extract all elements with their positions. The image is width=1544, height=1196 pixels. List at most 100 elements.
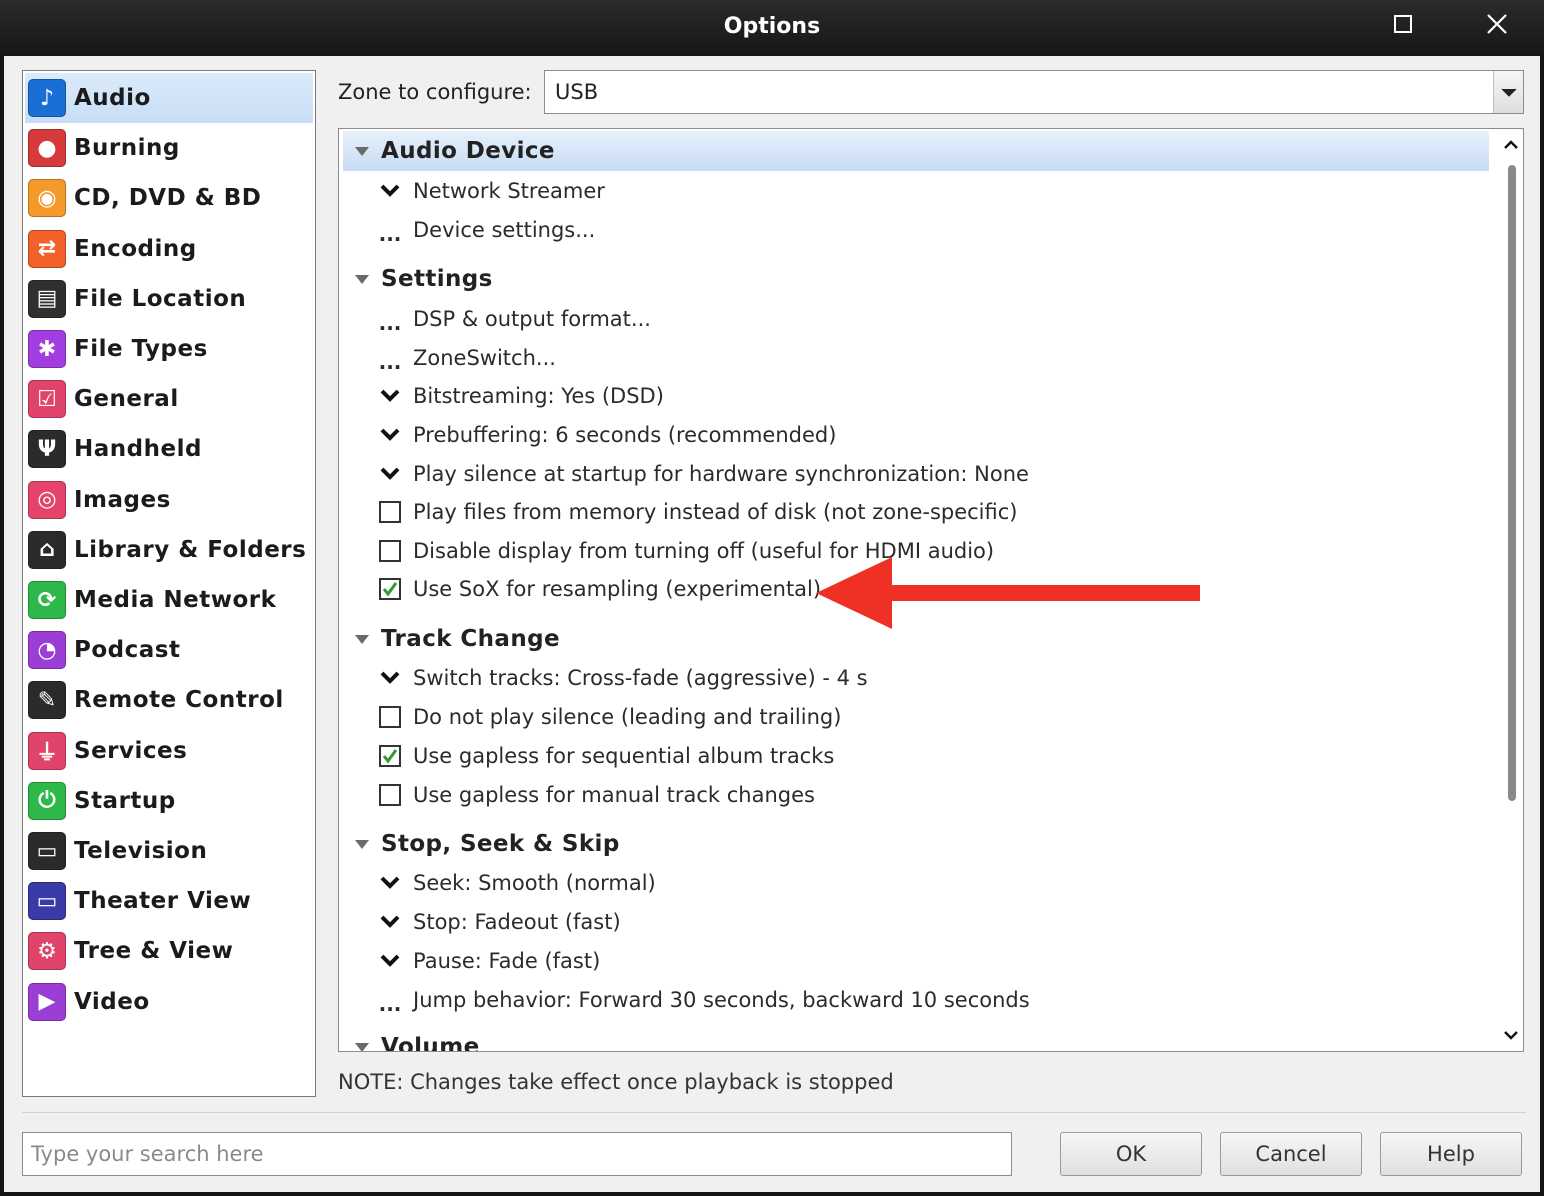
- sidebar-item-label: Library & Folders: [74, 536, 307, 563]
- sidebar-item[interactable]: ⏻ Startup: [25, 776, 313, 826]
- sidebar-item[interactable]: ◔ Podcast: [25, 625, 313, 675]
- sidebar-item[interactable]: ▭ Theater View: [25, 876, 313, 926]
- sidebar-item[interactable]: ⇄ Encoding: [25, 224, 313, 274]
- sidebar-item[interactable]: ⏚ Services: [25, 726, 313, 776]
- power-icon: ⏻: [28, 781, 66, 820]
- sidebar-item[interactable]: ● Burning: [25, 123, 313, 173]
- scrollbar-thumb[interactable]: [1508, 165, 1516, 801]
- sidebar-item-label: Media Network: [74, 587, 277, 613]
- chevron-down-icon: [377, 461, 403, 487]
- sidebar-item-label: Burning: [74, 135, 180, 162]
- checkbox[interactable]: [377, 704, 403, 730]
- sidebar-item-label: Handheld: [74, 436, 202, 463]
- search-input[interactable]: [22, 1132, 1012, 1176]
- sidebar-item[interactable]: ✱ File Types: [25, 324, 313, 374]
- tree-row-label: Use SoX for resampling (experimental): [413, 577, 822, 601]
- ellipsis-icon: ...: [378, 992, 402, 1016]
- sidebar-item[interactable]: ☑ General: [25, 374, 313, 424]
- sidebar-item-label: File Location: [74, 285, 247, 312]
- zone-label: Zone to configure:: [338, 80, 532, 104]
- tree-row-dropdown[interactable]: Seek: Smooth (normal): [377, 865, 656, 901]
- general-checkbox-icon: ☑: [28, 380, 66, 419]
- tree-row-label: Device settings...: [413, 218, 596, 242]
- collapse-triangle-icon[interactable]: [355, 274, 369, 284]
- tree-row-checkbox[interactable]: Play files from memory instead of disk (…: [377, 494, 1017, 530]
- tree-row-dialog[interactable]: ... Jump behavior: Forward 30 seconds, ba…: [377, 982, 1030, 1018]
- sidebar-item[interactable]: Ψ Handheld: [25, 424, 313, 474]
- tree-row-dropdown[interactable]: Pause: Fade (fast): [377, 943, 600, 979]
- sidebar-item[interactable]: ⚙ Tree & View: [25, 926, 313, 976]
- tree-row-dropdown[interactable]: Play silence at startup for hardware syn…: [377, 456, 1029, 492]
- tree-row-dropdown[interactable]: Switch tracks: Cross-fade (aggressive) -…: [377, 660, 868, 696]
- ellipsis-icon: ...: [378, 350, 402, 374]
- divider: [22, 1112, 1526, 1113]
- vertical-scrollbar[interactable]: [1499, 129, 1523, 1051]
- checkbox[interactable]: [377, 538, 403, 564]
- sidebar-item-label: Images: [74, 486, 171, 513]
- scroll-up-icon[interactable]: [1499, 135, 1523, 155]
- chevron-down-icon: [377, 665, 403, 691]
- tree-section-header[interactable]: Settings: [343, 259, 493, 299]
- close-button[interactable]: [1474, 6, 1520, 46]
- dialog-body: ♪ Audio ● Burning ◉ CD, DVD & BD ⇄ Encoding ▤ Fil…: [4, 56, 1540, 1192]
- sidebar-item-label: Tree & View: [74, 938, 234, 965]
- sidebar-item[interactable]: ▭ Television: [25, 826, 313, 876]
- tree-row-label: Do not play silence (leading and trailin…: [413, 705, 842, 729]
- zone-select[interactable]: USB: [544, 70, 1524, 114]
- tree-row-dialog[interactable]: ... DSP & output format...: [377, 301, 651, 337]
- ellipsis-icon: ...: [378, 311, 402, 335]
- scroll-down-icon[interactable]: [1499, 1025, 1523, 1045]
- tree-row-label: Use gapless for sequential album tracks: [413, 744, 835, 768]
- music-note-icon: ♪: [28, 79, 66, 117]
- sidebar-item[interactable]: ⟳ Media Network: [25, 575, 313, 625]
- tree-row-checkbox[interactable]: Do not play silence (leading and trailin…: [377, 699, 841, 735]
- sidebar-item[interactable]: ◎ Images: [25, 475, 313, 525]
- sidebar-item[interactable]: ◉ CD, DVD & BD: [25, 173, 313, 223]
- collapse-triangle-icon[interactable]: [355, 146, 369, 156]
- tree-section-title: Stop, Seek & Skip: [381, 831, 620, 857]
- tree-row-checkbox[interactable]: Use gapless for manual track changes: [377, 777, 815, 813]
- tree-row-dialog[interactable]: ... Device settings...: [377, 212, 596, 248]
- tree-section-header[interactable]: Audio Device: [343, 131, 1489, 171]
- chevron-down-icon: [1501, 88, 1517, 97]
- checkbox[interactable]: [377, 576, 403, 602]
- tree-section-header[interactable]: Volume: [343, 1027, 480, 1052]
- zone-dropdown-button[interactable]: [1493, 71, 1523, 113]
- remote-control-icon: ✎: [28, 681, 66, 720]
- sidebar-item[interactable]: ♪ Audio: [25, 73, 313, 123]
- collapse-triangle-icon[interactable]: [355, 839, 369, 849]
- tree-row-label: Switch tracks: Cross-fade (aggressive) -…: [413, 666, 868, 690]
- red-arrow-icon: [816, 557, 1200, 629]
- collapse-triangle-icon[interactable]: [355, 1042, 369, 1051]
- tree-section-header[interactable]: Stop, Seek & Skip: [343, 824, 620, 864]
- tree-row-dropdown[interactable]: Stop: Fadeout (fast): [377, 904, 621, 940]
- tree-row-dropdown[interactable]: Prebuffering: 6 seconds (recommended): [377, 417, 836, 453]
- library-house-icon: ⌂: [28, 530, 66, 569]
- ok-button[interactable]: OK: [1060, 1132, 1202, 1176]
- tree-row-label: Play files from memory instead of disk (…: [413, 500, 1018, 524]
- tree-row-dropdown[interactable]: Bitstreaming: Yes (DSD): [377, 378, 664, 414]
- cancel-button[interactable]: Cancel: [1220, 1132, 1362, 1176]
- tree-row-checkbox[interactable]: Use SoX for resampling (experimental): [377, 571, 821, 607]
- tree-row-checkbox[interactable]: Use gapless for sequential album tracks: [377, 738, 834, 774]
- sidebar-item[interactable]: ⌂ Library & Folders: [25, 525, 313, 575]
- tree-section-title: Volume: [381, 1034, 480, 1052]
- tree-section-header[interactable]: Track Change: [343, 619, 560, 659]
- checkbox[interactable]: [377, 743, 403, 769]
- category-list[interactable]: ♪ Audio ● Burning ◉ CD, DVD & BD ⇄ Encoding ▤ Fil…: [22, 70, 316, 1097]
- collapse-triangle-icon[interactable]: [355, 634, 369, 644]
- tree-row-dialog[interactable]: ... ZoneSwitch...: [377, 340, 556, 376]
- sidebar-item[interactable]: ▤ File Location: [25, 274, 313, 324]
- help-button[interactable]: Help: [1380, 1132, 1522, 1176]
- checkbox[interactable]: [377, 499, 403, 525]
- checkbox[interactable]: [377, 782, 403, 808]
- sidebar-item[interactable]: ✎ Remote Control: [25, 675, 313, 725]
- maximize-button[interactable]: [1380, 6, 1426, 46]
- sidebar-item-label: Audio: [74, 85, 151, 111]
- chevron-down-icon: [377, 178, 403, 204]
- tree-section-title: Audio Device: [381, 138, 555, 164]
- close-icon: [1487, 14, 1507, 34]
- tree-row-label: Network Streamer: [413, 179, 605, 203]
- sidebar-item[interactable]: ▶ Video: [25, 977, 313, 1027]
- tree-row-dropdown[interactable]: Network Streamer: [377, 173, 605, 209]
